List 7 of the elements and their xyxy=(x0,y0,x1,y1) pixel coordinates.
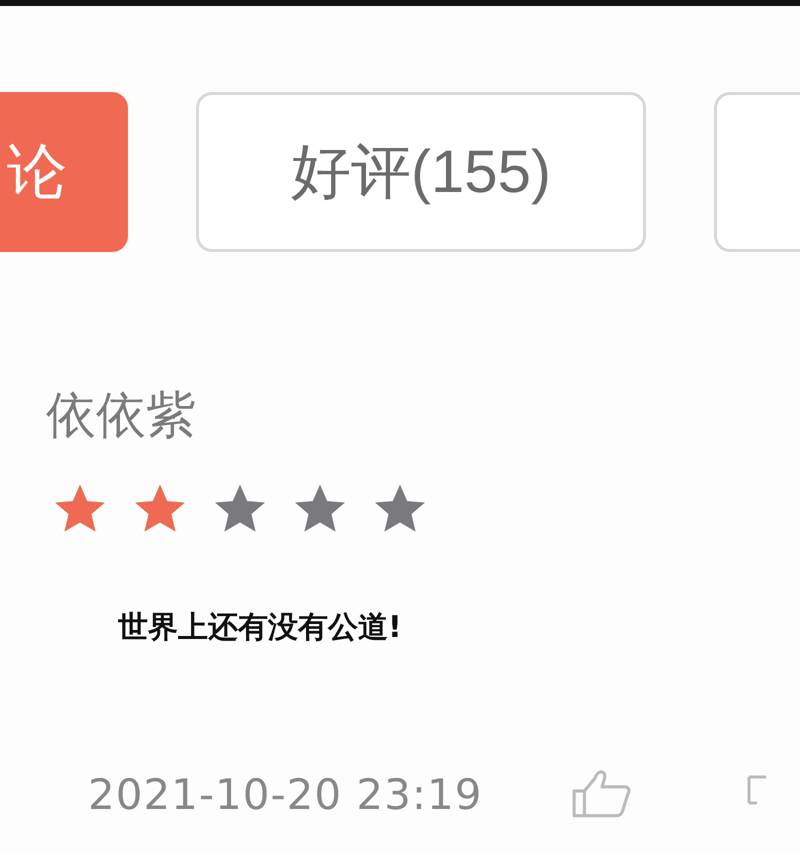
thumbs-up-icon[interactable] xyxy=(570,768,632,820)
timestamp: 2021-10-20 23:19 xyxy=(88,770,482,818)
filter-tab[interactable]: 论 xyxy=(0,92,128,252)
review-text: 世界上还有没有公道! xyxy=(118,609,402,647)
filter-tab[interactable] xyxy=(714,92,800,252)
user-name: 依依紫 xyxy=(46,388,196,443)
filter-tab[interactable]: 好评(155) xyxy=(196,92,646,252)
